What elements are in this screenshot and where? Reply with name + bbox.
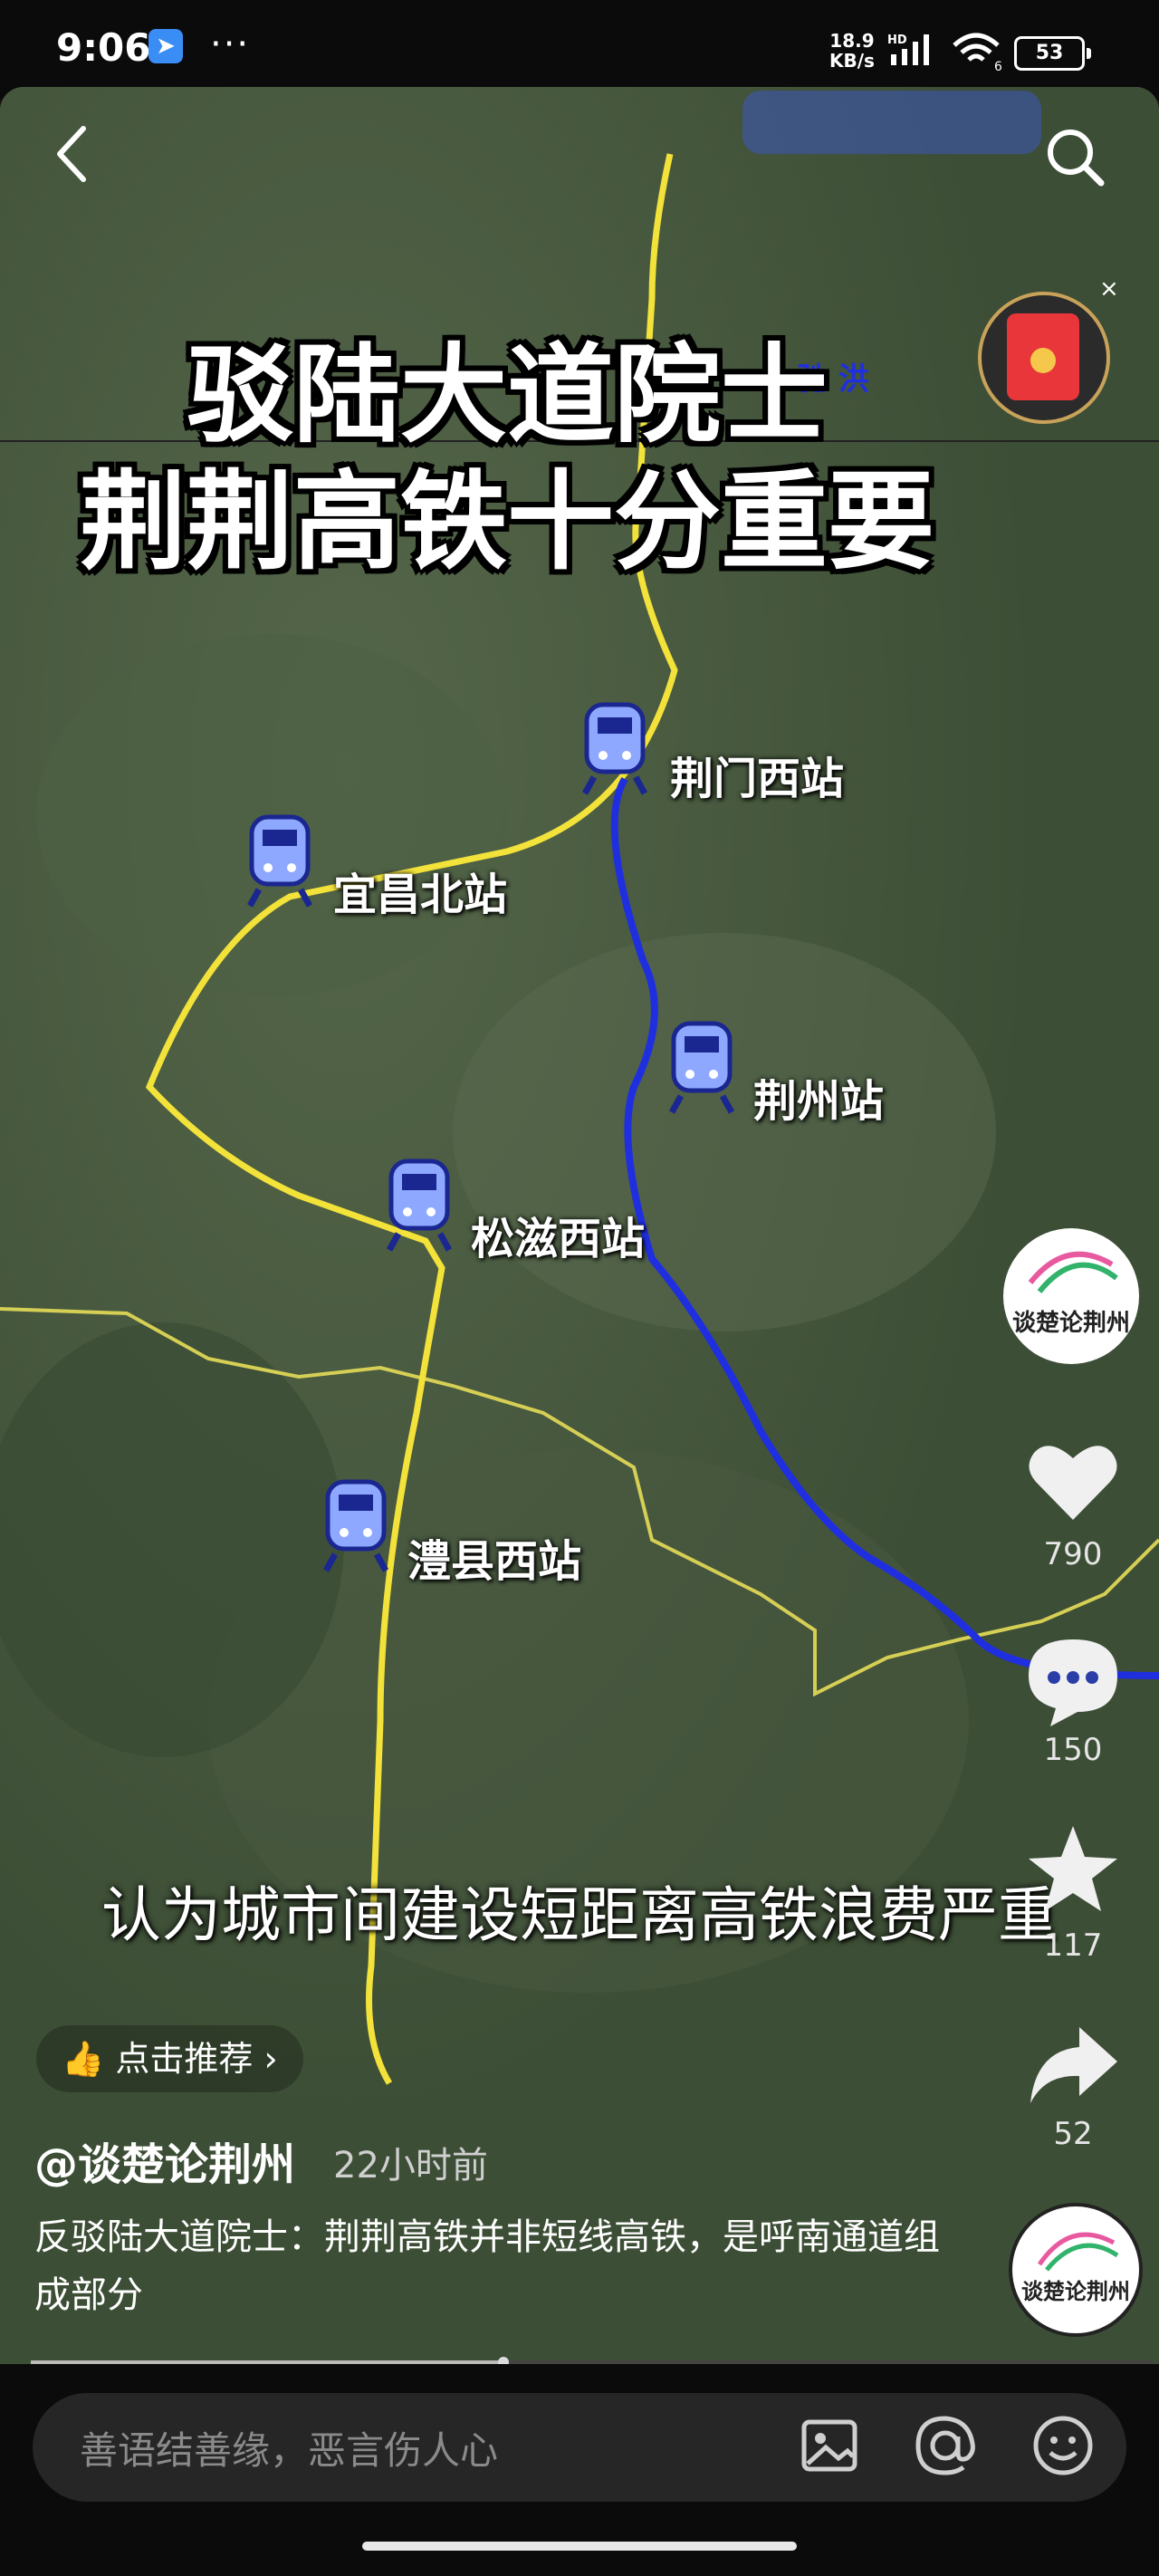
- train-icon: [581, 702, 648, 795]
- more-notifications-icon: ···: [210, 24, 251, 65]
- author-name-link[interactable]: @谈楚论荆州: [34, 2129, 295, 2192]
- emoji-icon[interactable]: [1027, 2409, 1099, 2482]
- station-label: 澧县西站: [407, 1536, 582, 1587]
- favorite-count: 117: [1043, 1927, 1103, 1964]
- chevron-right-icon: ›: [263, 2039, 278, 2079]
- home-indicator[interactable]: [362, 2542, 797, 2551]
- chevron-left-icon: [57, 126, 86, 182]
- recommend-label: 点击推荐: [115, 2039, 254, 2079]
- app-notification-icon: ➤: [148, 29, 183, 63]
- back-button[interactable]: [45, 118, 109, 190]
- share-count: 52: [1053, 2116, 1093, 2152]
- avatar-logo-icon: [1028, 1251, 1118, 1293]
- share-button-arrow-icon[interactable]: [1023, 2014, 1123, 2114]
- train-icon: [668, 1021, 735, 1114]
- thumbs-up-icon: 👍: [62, 2039, 105, 2079]
- post-time: 22小时前: [333, 2145, 488, 2187]
- recommend-button[interactable]: 👍 点击推荐 ›: [36, 2025, 303, 2092]
- network-speed: 18.9 KB/s: [829, 31, 875, 71]
- train-icon: [386, 1158, 453, 1252]
- search-button[interactable]: [1039, 121, 1112, 194]
- favorite-button-star-icon[interactable]: [1023, 1821, 1123, 1920]
- train-icon: [246, 814, 313, 908]
- disc-text: 谈楚论荆州: [1021, 2279, 1130, 2304]
- close-icon[interactable]: ×: [1099, 275, 1119, 303]
- avatar-text: 谈楚论荆州: [1011, 1310, 1130, 1337]
- comment-count: 150: [1043, 1732, 1103, 1768]
- status-bar: 9:06 ➤ ··· 18.9 KB/s HD 6 53: [0, 0, 1159, 100]
- status-time: 9:06: [56, 25, 151, 70]
- video-subtitle: 认为城市间建设短距离高铁浪费严重: [101, 1880, 1058, 1950]
- music-disc-button[interactable]: 谈楚论荆州: [1009, 2203, 1143, 2337]
- station-label: 松滋西站: [471, 1214, 646, 1264]
- comment-placeholder: 善语结善缘，恶言伤人心: [80, 2428, 499, 2473]
- post-description[interactable]: 反驳陆大道院士：荆荆高铁并非短线高铁，是呼南通道组成部分: [34, 2208, 940, 2324]
- wifi-icon: 6: [953, 33, 1002, 72]
- disc-logo-icon: [1037, 2232, 1119, 2272]
- red-envelope-icon: [1007, 313, 1079, 400]
- net-speed-unit: KB/s: [829, 50, 875, 72]
- signal-icon: HD: [887, 34, 929, 65]
- like-count: 790: [1043, 1536, 1103, 1572]
- image-icon[interactable]: [793, 2409, 866, 2482]
- red-packet-button[interactable]: [978, 292, 1110, 424]
- station-label: 荆州站: [753, 1076, 885, 1127]
- signal-hd-label: HD: [887, 34, 907, 47]
- search-icon: [1048, 130, 1105, 187]
- net-speed-value: 18.9: [829, 30, 875, 52]
- station-label: 荆门西站: [670, 754, 845, 804]
- mention-at-icon[interactable]: [909, 2409, 982, 2482]
- station-label: 宜昌北站: [333, 870, 508, 920]
- wifi-label: 6: [994, 60, 1002, 72]
- train-icon: [322, 1479, 389, 1572]
- battery-icon: 53: [1014, 36, 1091, 71]
- comment-button-bubble-icon[interactable]: [1023, 1630, 1123, 1730]
- video-title-line2: 荆荆高铁十分重要: [79, 459, 934, 584]
- author-avatar-button[interactable]: 谈楚论荆州: [1003, 1228, 1139, 1364]
- like-button-heart-icon[interactable]: [1023, 1431, 1123, 1531]
